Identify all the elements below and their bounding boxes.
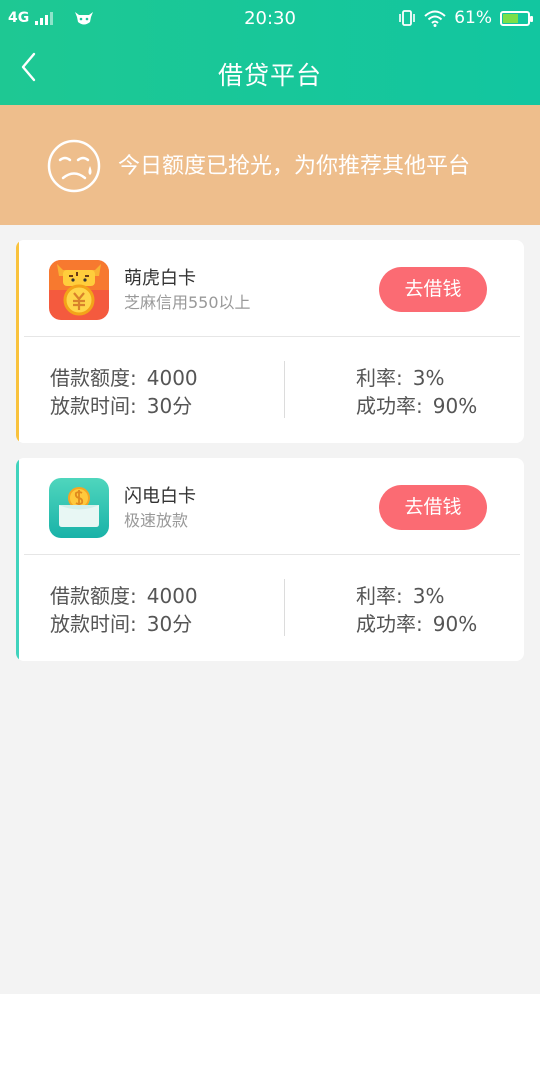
payout-time: 放款时间: 30分 bbox=[50, 608, 192, 637]
card-accent-bar bbox=[16, 240, 19, 443]
divider bbox=[24, 336, 520, 337]
status-bar: 4G 20:30 61% bbox=[0, 0, 540, 38]
interest-rate-label: 利率: bbox=[356, 584, 403, 608]
battery-level bbox=[503, 13, 518, 23]
loan-amount-label: 借款额度: bbox=[50, 366, 137, 390]
banner-text: 今日额度已抢光，为你推荐其他平台 bbox=[118, 154, 471, 179]
success-rate-label: 成功率: bbox=[356, 394, 423, 418]
loan-amount: 借款额度: 4000 bbox=[50, 580, 198, 609]
interest-rate: 利率: 3% bbox=[356, 580, 444, 609]
success-rate: 成功率: 90% bbox=[356, 390, 477, 419]
stat-separator bbox=[284, 361, 285, 418]
payout-time-value: 30分 bbox=[146, 394, 193, 418]
status-right: 61% bbox=[398, 8, 533, 28]
loan-amount-value: 4000 bbox=[146, 366, 198, 390]
success-rate-value: 90% bbox=[432, 394, 478, 418]
wallet-coin-icon bbox=[49, 478, 109, 538]
platform-name: 闪电白卡 bbox=[124, 486, 196, 507]
lightning-app-logo bbox=[49, 478, 109, 538]
tiger-app-logo bbox=[49, 260, 109, 320]
success-rate: 成功率: 90% bbox=[356, 608, 477, 637]
payout-time-label: 放款时间: bbox=[50, 612, 137, 636]
battery-percent: 61% bbox=[454, 8, 492, 28]
divider bbox=[24, 554, 520, 555]
page-title: 借贷平台 bbox=[217, 61, 322, 90]
platform-subtitle: 芝麻信用550以上 bbox=[124, 293, 251, 312]
vibrate-icon bbox=[399, 10, 416, 26]
platform-subtitle: 极速放款 bbox=[124, 511, 189, 530]
interest-rate-label: 利率: bbox=[356, 366, 403, 390]
success-rate-value: 90% bbox=[432, 612, 478, 636]
card-accent-bar bbox=[16, 458, 19, 661]
sad-face-icon bbox=[47, 139, 101, 193]
stat-separator bbox=[284, 579, 285, 636]
borrow-button[interactable]: 去借钱 bbox=[379, 267, 487, 312]
payout-time: 放款时间: 30分 bbox=[50, 390, 192, 419]
payout-time-label: 放款时间: bbox=[50, 394, 137, 418]
loan-amount-label: 借款额度: bbox=[50, 584, 137, 608]
platform-card[interactable]: 萌虎白卡 芝麻信用550以上 去借钱 借款额度: 4000 放款时间: 30分 利率… bbox=[16, 240, 524, 443]
interest-rate-value: 3% bbox=[412, 366, 445, 390]
interest-rate: 利率: 3% bbox=[356, 362, 444, 391]
payout-time-value: 30分 bbox=[146, 612, 193, 636]
loan-amount-value: 4000 bbox=[146, 584, 198, 608]
borrow-button[interactable]: 去借钱 bbox=[379, 485, 487, 530]
battery-icon bbox=[500, 10, 533, 26]
app-header: 4G 20:30 61% 借贷平台 bbox=[0, 0, 540, 105]
success-rate-label: 成功率: bbox=[356, 612, 423, 636]
platform-name: 萌虎白卡 bbox=[124, 268, 196, 289]
platform-card[interactable]: 闪电白卡 极速放款 去借钱 借款额度: 4000 放款时间: 30分 利率: 3% 成… bbox=[16, 458, 524, 661]
loan-amount: 借款额度: 4000 bbox=[50, 362, 198, 391]
interest-rate-value: 3% bbox=[412, 584, 445, 608]
tiger-coin-icon bbox=[49, 260, 109, 320]
wifi-icon bbox=[424, 10, 446, 27]
